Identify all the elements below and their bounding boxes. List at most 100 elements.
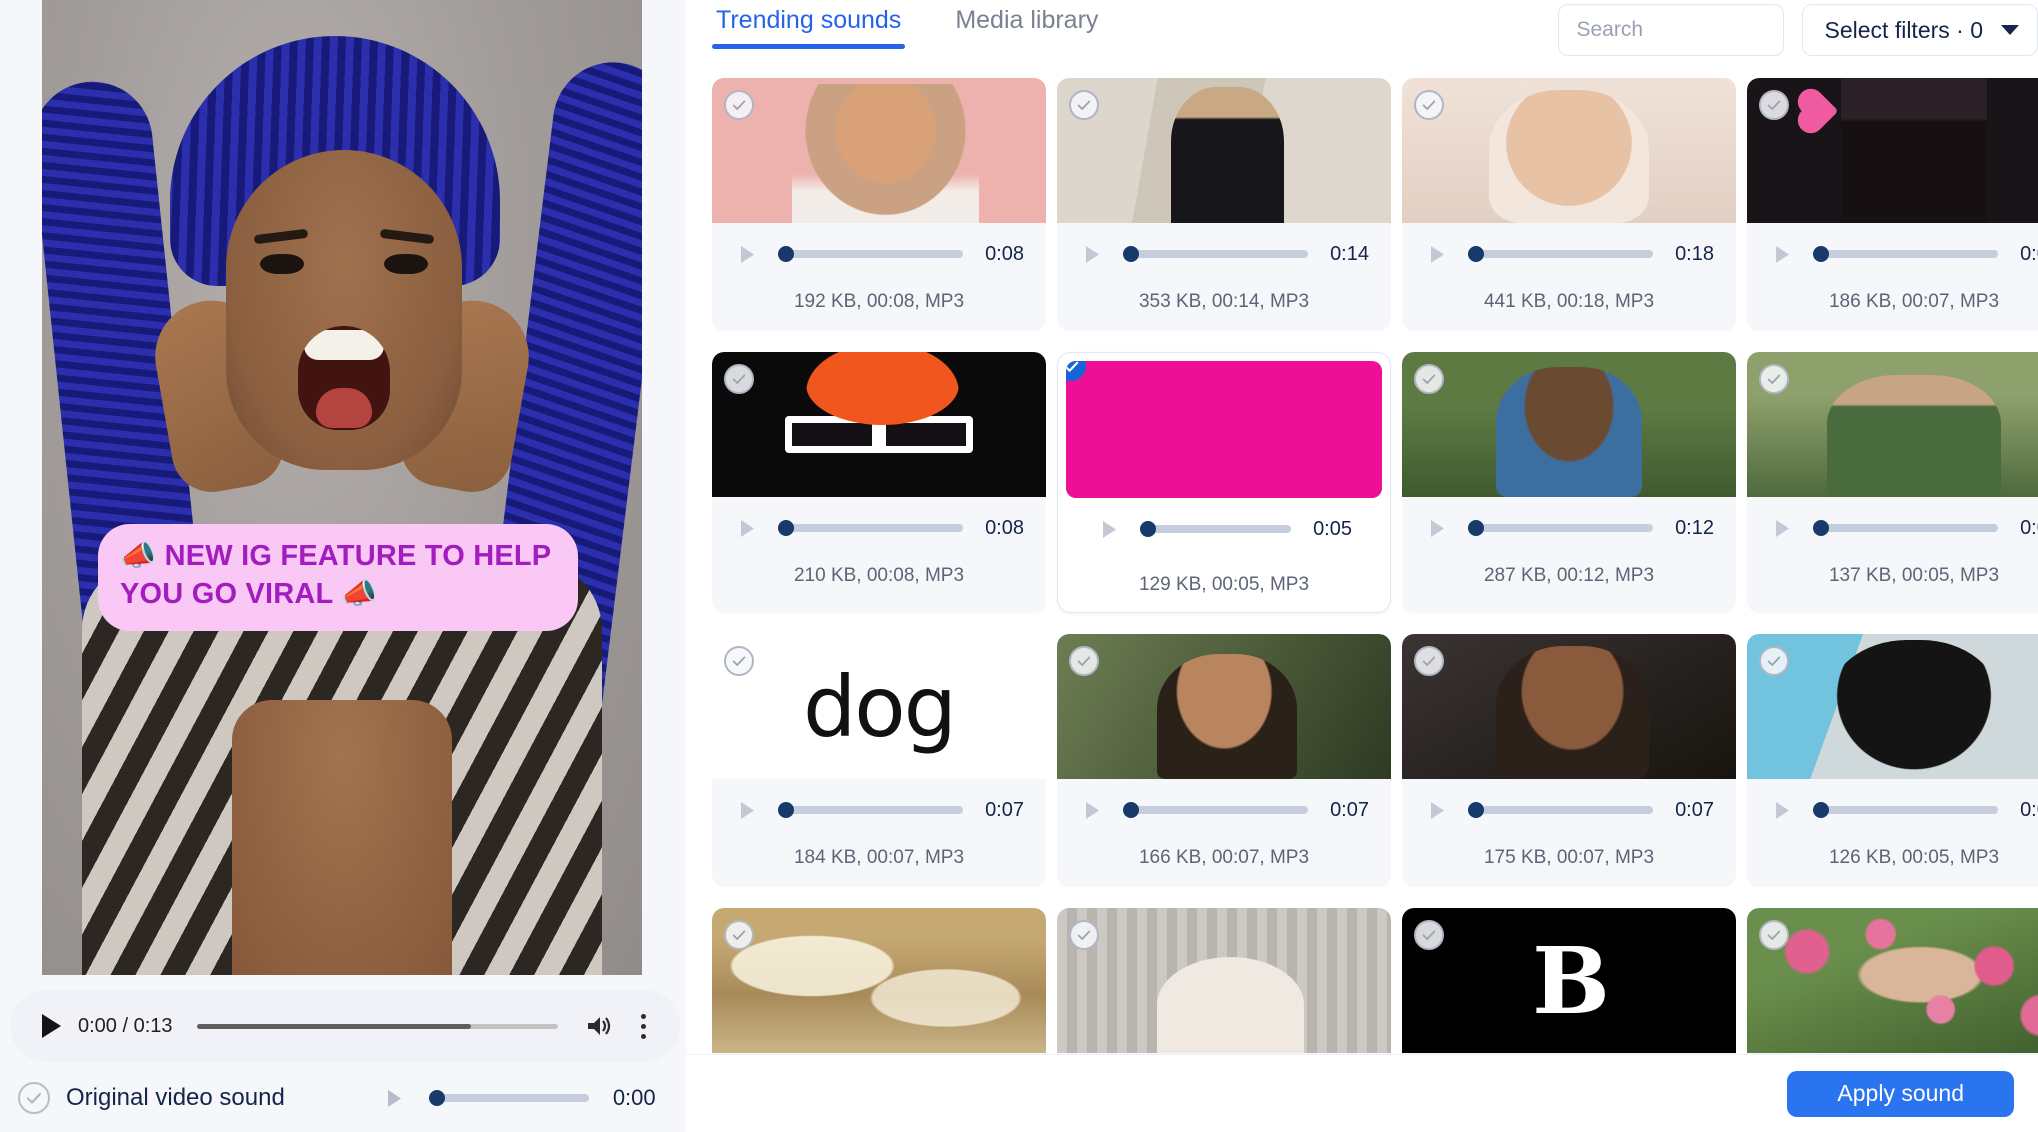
progress-knob[interactable] [1813, 246, 1829, 262]
sound-thumbnail[interactable] [1066, 361, 1382, 498]
sound-progress-slider[interactable] [1468, 520, 1654, 536]
progress-knob[interactable] [778, 520, 794, 536]
sound-select-checkbox[interactable] [1414, 364, 1444, 394]
sound-thumbnail[interactable] [1402, 78, 1736, 223]
sound-progress-slider[interactable] [778, 802, 964, 818]
sound-card[interactable]: 0:07 186 KB, 00:07, MP3 [1747, 78, 2038, 331]
sound-progress-slider[interactable] [778, 246, 964, 262]
tab-media-library[interactable]: Media library [951, 6, 1102, 49]
progress-knob[interactable] [1813, 520, 1829, 536]
sound-progress-slider[interactable] [1813, 802, 1999, 818]
sound-select-checkbox[interactable] [1759, 90, 1789, 120]
play-icon[interactable] [734, 797, 760, 823]
select-filters-dropdown[interactable]: Select filters · 0 [1801, 4, 2038, 56]
sound-meta: 175 KB, 00:07, MP3 [1483, 847, 1655, 868]
play-icon[interactable] [1424, 797, 1450, 823]
video-player-surface[interactable]: 📣 NEW IG FEATURE TO HELP YOU GO VIRAL 📣 [42, 0, 642, 975]
progress-knob[interactable] [1468, 802, 1484, 818]
progress-knob[interactable] [1123, 802, 1139, 818]
sound-select-checkbox[interactable] [724, 90, 754, 120]
sound-card[interactable]: 0:05 126 KB, 00:05, MP3 [1747, 634, 2038, 887]
sound-progress-slider[interactable] [1123, 802, 1309, 818]
sound-progress-slider[interactable] [1468, 246, 1654, 262]
sound-select-checkbox[interactable] [1759, 920, 1789, 950]
sound-thumbnail[interactable] [712, 78, 1046, 223]
sound-thumbnail[interactable] [1057, 908, 1391, 1053]
sound-grid-scroll-area[interactable]: 0:08 192 KB, 00:08, MP3 0:14 353 KB, 00:… [686, 68, 2038, 1132]
progress-knob[interactable] [1123, 246, 1139, 262]
sound-thumbnail[interactable] [1747, 78, 2038, 223]
play-icon[interactable] [1079, 241, 1105, 267]
play-icon[interactable] [1769, 797, 1795, 823]
sound-thumbnail[interactable] [712, 352, 1046, 497]
sound-library-panel: Trending sounds Media library Select fil… [686, 0, 2038, 1132]
kebab-menu-icon[interactable] [630, 1009, 656, 1043]
search-field[interactable] [1557, 4, 1784, 56]
play-icon[interactable] [1769, 515, 1795, 541]
sound-thumbnail[interactable] [1747, 352, 2038, 497]
sound-thumbnail[interactable]: B [1402, 908, 1736, 1053]
sound-select-checkbox[interactable] [1414, 646, 1444, 676]
play-icon[interactable] [1769, 241, 1795, 267]
sound-progress-slider[interactable] [1123, 246, 1309, 262]
progress-knob[interactable] [1140, 521, 1156, 537]
sound-card[interactable]: 0:07 166 KB, 00:07, MP3 [1057, 634, 1391, 887]
sound-card[interactable]: 0:08 210 KB, 00:08, MP3 [712, 352, 1046, 613]
sound-select-checkbox[interactable] [1069, 920, 1099, 950]
progress-knob[interactable] [1468, 520, 1484, 536]
play-icon[interactable] [1079, 797, 1105, 823]
sound-progress-slider[interactable] [1813, 520, 1999, 536]
sound-card-selected[interactable]: 0:05 129 KB, 00:05, MP3 [1057, 352, 1391, 613]
thumbnail-art [1747, 908, 2038, 1053]
sound-progress-slider[interactable] [1813, 246, 1999, 262]
sound-thumbnail[interactable] [1057, 78, 1391, 223]
sound-select-checkbox[interactable] [1069, 646, 1099, 676]
sound-select-checkbox[interactable] [724, 646, 754, 676]
original-sound-checkbox[interactable] [18, 1082, 50, 1114]
sound-thumbnail[interactable] [1747, 908, 2038, 1053]
play-icon[interactable] [34, 1009, 68, 1043]
sound-progress-slider[interactable] [1140, 521, 1292, 537]
sound-progress-slider[interactable] [1468, 802, 1654, 818]
search-input[interactable] [1576, 18, 1765, 42]
sound-thumbnail[interactable] [1747, 634, 2038, 779]
progress-knob[interactable] [1468, 246, 1484, 262]
original-sound-row[interactable]: Original video sound 0:00 [18, 1082, 658, 1114]
video-progress-slider[interactable] [196, 1023, 558, 1029]
sound-card[interactable]: dog 0:07 184 KB, 00:07, MP3 [712, 634, 1046, 887]
sound-thumbnail[interactable] [1402, 634, 1736, 779]
play-icon[interactable] [381, 1085, 407, 1111]
sound-card[interactable]: 0:14 353 KB, 00:14, MP3 [1057, 78, 1391, 331]
original-sound-progress-slider[interactable] [428, 1090, 589, 1106]
sound-select-checkbox[interactable] [1759, 364, 1789, 394]
sound-card[interactable]: 0:05 137 KB, 00:05, MP3 [1747, 352, 2038, 613]
progress-knob[interactable] [1813, 802, 1829, 818]
sound-select-checkbox[interactable] [1414, 90, 1444, 120]
tab-trending-sounds[interactable]: Trending sounds [712, 6, 906, 49]
play-icon[interactable] [734, 241, 760, 267]
progress-knob[interactable] [778, 802, 794, 818]
sound-thumbnail[interactable] [712, 908, 1046, 1053]
play-icon[interactable] [1424, 241, 1450, 267]
progress-knob[interactable] [778, 246, 794, 262]
sound-select-checkbox[interactable] [1759, 646, 1789, 676]
play-icon[interactable] [1424, 515, 1450, 541]
sound-thumbnail[interactable]: dog [712, 634, 1046, 779]
volume-icon[interactable] [582, 1009, 616, 1043]
play-icon[interactable] [1096, 516, 1122, 542]
sound-progress-slider[interactable] [778, 520, 964, 536]
apply-sound-button[interactable]: Apply sound [1787, 1070, 2014, 1117]
sound-select-checkbox[interactable] [1069, 90, 1099, 120]
sound-select-checkbox[interactable] [724, 364, 754, 394]
sound-card[interactable]: 0:18 441 KB, 00:18, MP3 [1402, 78, 1736, 331]
progress-knob[interactable] [428, 1090, 445, 1106]
sound-select-checkbox[interactable] [724, 920, 754, 950]
sound-card[interactable]: 0:07 175 KB, 00:07, MP3 [1402, 634, 1736, 887]
sound-card[interactable]: 0:08 192 KB, 00:08, MP3 [712, 78, 1046, 331]
sound-thumbnail[interactable] [1402, 352, 1736, 497]
sound-select-checkbox[interactable] [1414, 920, 1444, 950]
play-icon[interactable] [734, 515, 760, 541]
sound-card[interactable]: 0:12 287 KB, 00:12, MP3 [1402, 352, 1736, 613]
sound-thumbnail[interactable] [1057, 634, 1391, 779]
sound-grid: 0:08 192 KB, 00:08, MP3 0:14 353 KB, 00:… [686, 68, 2038, 1132]
